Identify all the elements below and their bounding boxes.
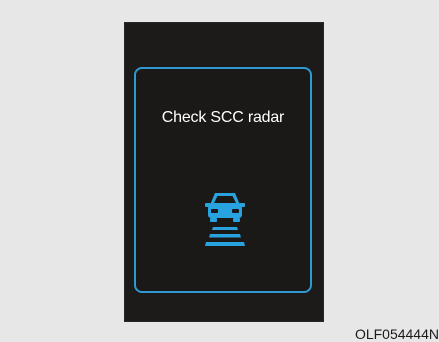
car-windshield	[214, 196, 236, 203]
radar-wave-line-3	[205, 242, 245, 246]
car-right-wheel	[233, 218, 240, 222]
car-left-wheel	[210, 218, 217, 222]
scc-radar-car-icon	[205, 193, 245, 246]
warning-message-text: Check SCC radar	[161, 109, 285, 126]
car-left-headlight	[211, 209, 218, 213]
instrument-cluster-display: Check SCC radar	[124, 22, 324, 322]
warning-message-frame: Check SCC radar	[134, 67, 312, 293]
car-right-headlight	[232, 209, 239, 213]
radar-wave-line-1	[212, 227, 238, 230]
figure-code-label: OLF054444N	[354, 326, 439, 342]
radar-wave-line-2	[209, 234, 241, 238]
manual-illustration: Check SCC radar OLF054444N	[0, 0, 439, 342]
